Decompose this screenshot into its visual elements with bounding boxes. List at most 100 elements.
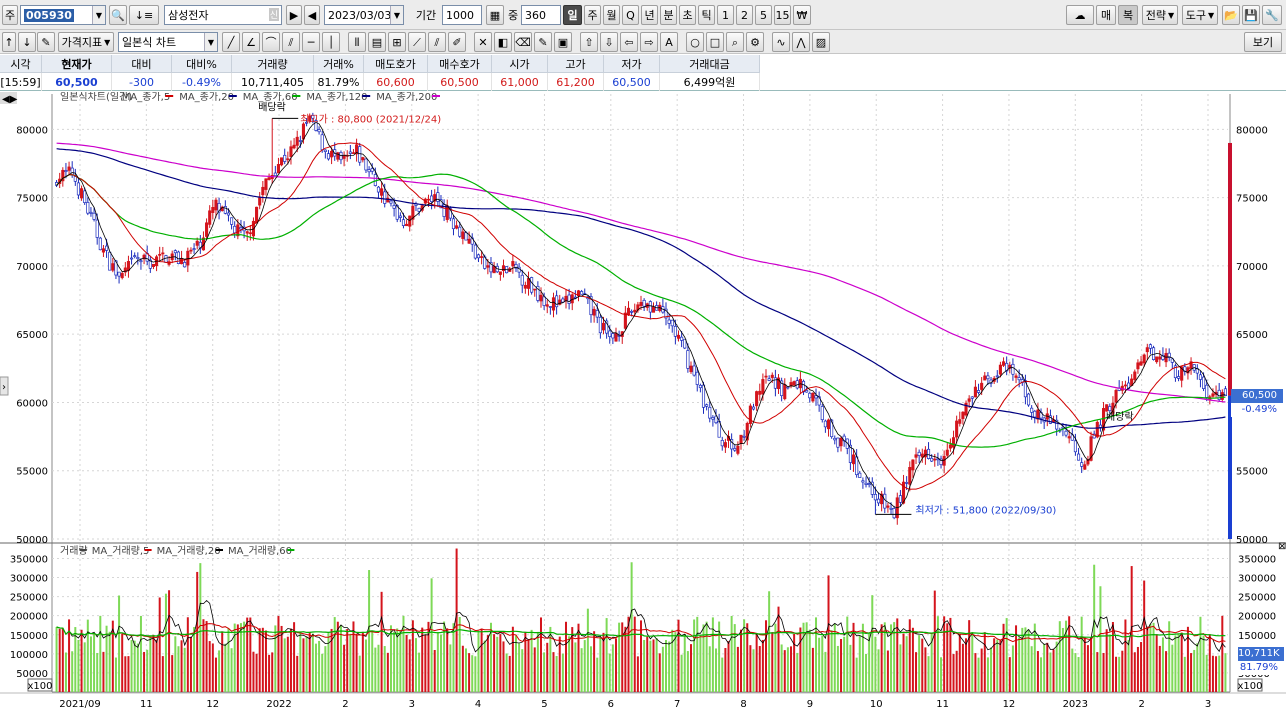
parallel-icon[interactable]: ⫽ bbox=[428, 32, 446, 52]
candle-body bbox=[139, 260, 143, 263]
buy-button[interactable]: 매 bbox=[1096, 5, 1116, 25]
timeframe-11[interactable]: 15 bbox=[774, 5, 791, 25]
vline-icon[interactable]: │ bbox=[322, 32, 340, 52]
volume-tick-right: 200000 bbox=[1238, 612, 1276, 623]
volume-bar bbox=[286, 636, 289, 692]
timeframe-10[interactable]: 5 bbox=[755, 5, 772, 25]
image-icon[interactable]: ▨ bbox=[812, 32, 830, 52]
save-icon[interactable]: 💾 bbox=[1242, 5, 1260, 25]
candle-body bbox=[258, 197, 262, 206]
volume-bar bbox=[468, 653, 471, 692]
volume-bar bbox=[293, 622, 296, 692]
timeframe-4[interactable]: 년 bbox=[641, 5, 658, 25]
trend-icon[interactable]: ⟋ bbox=[408, 32, 426, 52]
candle-body bbox=[920, 453, 924, 458]
arc-icon[interactable]: ⌒ bbox=[262, 32, 280, 52]
volume-bar bbox=[511, 626, 514, 692]
table-icon[interactable]: ▤ bbox=[368, 32, 386, 52]
left-icon[interactable]: ⇦ bbox=[620, 32, 638, 52]
candle-body bbox=[430, 195, 434, 203]
market-selector[interactable]: 주 bbox=[2, 5, 18, 25]
volume-tick-left: 300000 bbox=[10, 574, 48, 585]
fan-icon[interactable]: ⫽ bbox=[282, 32, 300, 52]
candle-body bbox=[826, 419, 831, 430]
zoom-icon[interactable]: ⌕ bbox=[726, 32, 744, 52]
candle-body bbox=[358, 146, 362, 163]
volume-bar bbox=[1046, 642, 1049, 692]
weekly-chart-icon[interactable]: ₩ bbox=[793, 5, 811, 25]
bars-icon[interactable]: ⦀ bbox=[348, 32, 366, 52]
period-input[interactable]: 1000 bbox=[442, 5, 482, 25]
circle-icon[interactable]: ○ bbox=[686, 32, 704, 52]
strategy-button[interactable]: 전략 ▼ bbox=[1142, 5, 1178, 25]
volume-bar bbox=[868, 632, 871, 692]
volume-bar bbox=[865, 653, 868, 692]
angle-icon[interactable]: ∠ bbox=[242, 32, 260, 52]
candle-body bbox=[701, 384, 706, 408]
volume-bar bbox=[840, 638, 843, 692]
down-icon[interactable]: ⇩ bbox=[600, 32, 618, 52]
settings-icon[interactable]: ⚙ bbox=[746, 32, 764, 52]
timeframe-8[interactable]: 1 bbox=[717, 5, 734, 25]
wrench-icon[interactable]: 🔧 bbox=[1262, 5, 1282, 25]
timeframe-0[interactable]: 일 bbox=[563, 5, 582, 25]
palette-icon[interactable]: ◧ bbox=[494, 32, 512, 52]
arrow-down-icon[interactable]: ↓ bbox=[18, 32, 36, 52]
line-icon[interactable]: ╱ bbox=[222, 32, 240, 52]
edit-icon[interactable]: ✎ bbox=[37, 32, 55, 52]
view-button[interactable]: 보기 bbox=[1244, 32, 1282, 52]
frame-icon[interactable]: ▣ bbox=[554, 32, 572, 52]
compound-button[interactable]: 복 bbox=[1118, 5, 1138, 25]
timeframe-2[interactable]: 월 bbox=[603, 5, 620, 25]
quote-value-5: 81.79% bbox=[314, 73, 364, 91]
fib-icon[interactable]: ⊞ bbox=[388, 32, 406, 52]
up-icon[interactable]: ⇧ bbox=[580, 32, 598, 52]
chevron-down-icon[interactable]: ▼ bbox=[92, 6, 105, 24]
chart-type-select[interactable]: 일본식 차트 ▼ bbox=[118, 32, 218, 52]
price-legend-4: MA_종가,120 bbox=[306, 92, 367, 103]
stock-code-input[interactable]: 005930 ▼ bbox=[20, 5, 106, 25]
grid-icon[interactable]: ▦ bbox=[486, 5, 504, 25]
timeframe-3[interactable]: Q bbox=[622, 5, 639, 25]
tools-button[interactable]: 도구 ▼ bbox=[1182, 5, 1218, 25]
timeframe-9[interactable]: 2 bbox=[736, 5, 753, 25]
volume-bar bbox=[289, 628, 292, 692]
candle-body bbox=[945, 449, 949, 456]
pen-icon[interactable]: ✐ bbox=[448, 32, 466, 52]
arrow-up-icon[interactable]: ↑ bbox=[2, 32, 16, 52]
price-tick-right: 80000 bbox=[1236, 125, 1268, 136]
timeframe-5[interactable]: 분 bbox=[660, 5, 677, 25]
chart-canvas[interactable]: ◀▶80000 8000075000 7500070000 7000065000 650… bbox=[0, 92, 1286, 712]
overlap-input[interactable]: 360 bbox=[521, 5, 561, 25]
calendar-dropdown-icon[interactable]: ▼ bbox=[390, 6, 403, 24]
volume-bar bbox=[1074, 653, 1077, 692]
prev-icon[interactable]: ◀ bbox=[304, 5, 320, 25]
volume-bar bbox=[1058, 621, 1061, 692]
volume-bar bbox=[227, 628, 230, 692]
signal-icon[interactable]: ⋀ bbox=[792, 32, 810, 52]
volume-bar bbox=[1093, 564, 1096, 692]
drawing-toolbar: ↑ ↓ ✎ 가격지표 ▼ 일본식 차트 ▼ 보기 ╱ ∠ ⌒ ⫽ ─ │ ⦀ ▤ ⊞ ⟋ ⫽ ✐ ✕ ◧ ⌫ ✎… bbox=[0, 30, 1286, 54]
chevron-down-icon[interactable]: ▼ bbox=[204, 33, 217, 51]
note-icon[interactable]: ✎ bbox=[534, 32, 552, 52]
right-icon[interactable]: ⇨ bbox=[640, 32, 658, 52]
timeframe-1[interactable]: 주 bbox=[584, 5, 601, 25]
play-icon[interactable]: ▶ bbox=[286, 5, 302, 25]
cross-icon[interactable]: ✕ bbox=[474, 32, 492, 52]
folder-open-icon[interactable]: 📂 bbox=[1222, 5, 1240, 25]
sort-icon[interactable]: ↓≡ bbox=[129, 5, 159, 25]
price-indicator-button[interactable]: 가격지표 ▼ bbox=[58, 32, 114, 52]
eraser-icon[interactable]: ⌫ bbox=[514, 32, 532, 52]
square-icon[interactable]: □ bbox=[706, 32, 724, 52]
hline-icon[interactable]: ─ bbox=[302, 32, 320, 52]
wave-icon[interactable]: ∿ bbox=[772, 32, 790, 52]
timeframe-6[interactable]: 초 bbox=[679, 5, 696, 25]
cloud-icon[interactable]: ☁ bbox=[1066, 5, 1094, 25]
stock-name-field[interactable]: 삼성전자 신 bbox=[164, 5, 282, 25]
date-input[interactable]: 2023/03/03 ▼ bbox=[324, 5, 404, 25]
search-icon[interactable]: 🔍 bbox=[109, 5, 127, 25]
timeframe-7[interactable]: 틱 bbox=[698, 5, 715, 25]
candle-body bbox=[567, 294, 571, 304]
text-icon[interactable]: A bbox=[660, 32, 678, 52]
candle-body bbox=[1158, 356, 1162, 360]
